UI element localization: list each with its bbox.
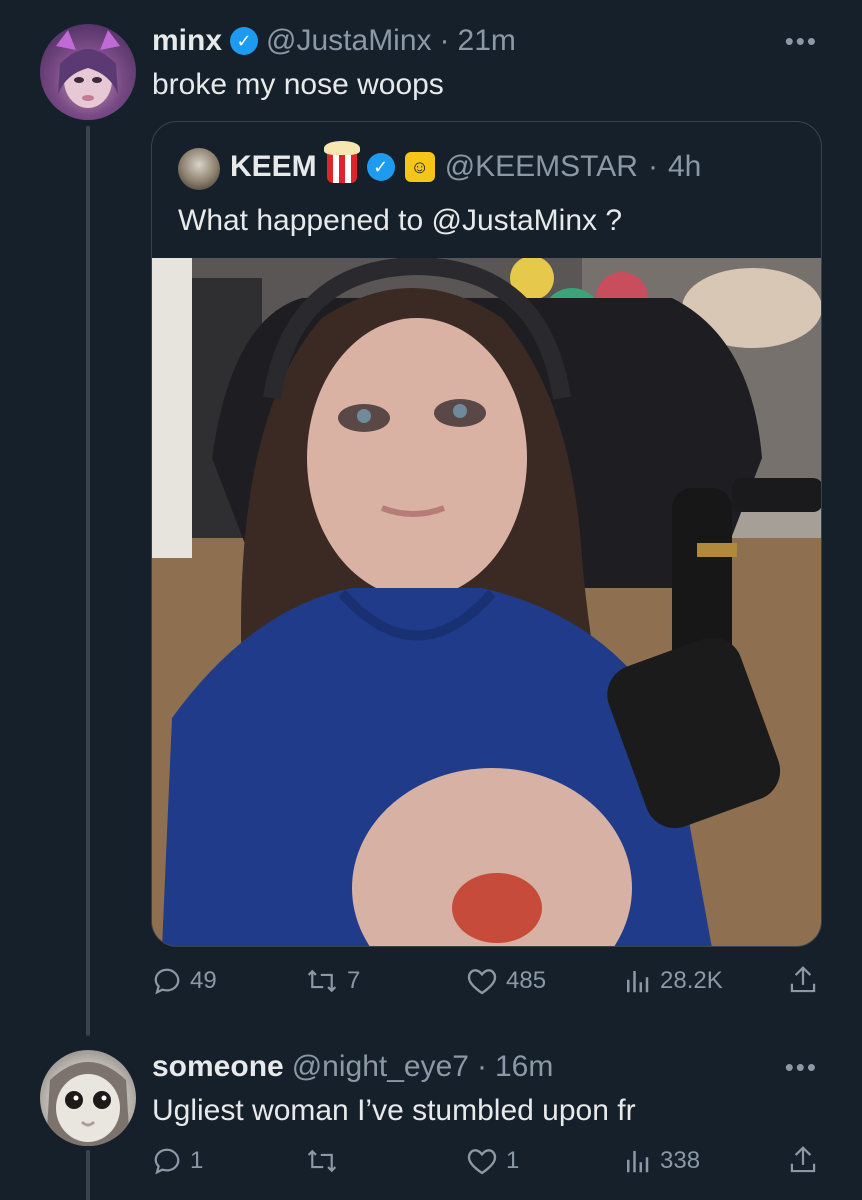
separator-dot: · — [439, 24, 450, 57]
reply-button[interactable]: 49 — [152, 966, 217, 996]
like-button[interactable]: 485 — [466, 966, 546, 996]
quote-author-handle: @KEEMSTAR — [444, 150, 638, 183]
reply-button[interactable]: 1 — [152, 1146, 203, 1176]
timeline: minx ✓ @JustaMinx · 21m ••• broke my nos… — [0, 0, 862, 1200]
avatar-image — [56, 30, 120, 108]
views-button[interactable]: 338 — [622, 1146, 700, 1176]
avatar-image — [46, 1062, 130, 1146]
like-count: 1 — [506, 1147, 520, 1174]
separator-dot: · — [476, 1050, 487, 1083]
share-icon — [790, 966, 816, 993]
retweet-button[interactable]: 7 — [305, 966, 360, 996]
quote-tweet-card[interactable]: KEEM ✓ ☺ @KEEMSTAR · 4h What happened to… — [151, 121, 822, 947]
author-handle[interactable]: @JustaMinx — [266, 24, 432, 58]
author-name[interactable]: minx — [152, 24, 222, 58]
popcorn-icon — [323, 141, 360, 183]
quote-text: What happened to @JustaMinx ? — [178, 204, 623, 237]
reply-icon — [154, 968, 180, 995]
tweet-text: broke my nose woops — [152, 68, 444, 101]
views-icon — [627, 971, 649, 993]
share-icon — [790, 1146, 816, 1173]
heart-icon — [467, 1149, 497, 1175]
avatar[interactable] — [40, 24, 136, 120]
views-button[interactable]: 28.2K — [622, 966, 723, 996]
avatar[interactable] — [40, 1050, 136, 1146]
author-handle[interactable]: @night_eye7 — [292, 1050, 469, 1084]
retweet-icon — [307, 1149, 337, 1173]
reply-count: 1 — [190, 1147, 204, 1174]
views-icon — [627, 1151, 649, 1173]
share-button[interactable] — [788, 964, 818, 996]
retweet-icon — [307, 969, 337, 993]
quote-timestamp: 4h — [667, 150, 702, 183]
more-options-icon[interactable]: ••• — [785, 26, 818, 57]
tweet-text: Ugliest woman I’ve stumbled upon fr — [152, 1094, 636, 1127]
photo-image — [152, 258, 821, 946]
tweet-header: someone @night_eye7 · 16m — [152, 1050, 553, 1084]
retweet-button[interactable] — [305, 1146, 347, 1176]
tweet-timestamp[interactable]: 16m — [495, 1050, 553, 1084]
quote-media-photo[interactable] — [152, 258, 821, 946]
view-count: 28.2K — [660, 967, 723, 994]
heart-icon — [467, 969, 497, 995]
quote-header: KEEM ✓ ☺ @KEEMSTAR · 4h — [230, 141, 702, 184]
retweet-count: 7 — [347, 967, 361, 994]
smiley-badge-icon: ☺ — [404, 152, 435, 182]
tweet-timestamp[interactable]: 21m — [458, 24, 516, 58]
quote-avatar — [178, 148, 220, 190]
quote-author-name: KEEM — [230, 150, 317, 183]
separator-dot: · — [647, 150, 658, 183]
thread-line-continuation — [86, 1150, 90, 1200]
tweet-header: minx ✓ @JustaMinx · 21m — [152, 24, 516, 58]
author-name[interactable]: someone — [152, 1050, 284, 1084]
reply-icon — [154, 1148, 180, 1175]
like-count: 485 — [506, 967, 547, 994]
more-options-icon[interactable]: ••• — [785, 1052, 818, 1083]
reply-count: 49 — [190, 967, 217, 994]
verified-icon: ✓ — [366, 153, 395, 181]
verified-icon: ✓ — [230, 27, 259, 55]
view-count: 338 — [660, 1147, 701, 1174]
thread-line — [86, 126, 90, 1036]
share-button[interactable] — [788, 1144, 818, 1176]
like-button[interactable]: 1 — [466, 1146, 519, 1176]
